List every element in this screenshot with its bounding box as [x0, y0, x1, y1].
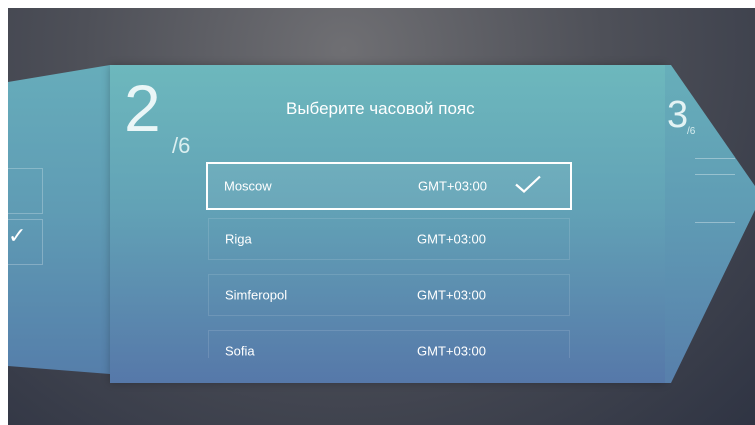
checkmark-icon [514, 175, 542, 198]
page-title: Выберите часовой пояс [286, 99, 475, 118]
setup-screen: ✓ 2 /6 Выберите часовой пояс Moscow GMT+… [8, 8, 755, 425]
next-step-number: 3 [667, 94, 689, 136]
timezone-offset: GMT+03:00 [417, 343, 487, 359]
divider [695, 222, 735, 223]
divider [695, 158, 735, 159]
timezone-city: Simferopol [225, 287, 288, 303]
step-total: /6 [172, 133, 191, 158]
divider [695, 174, 735, 175]
timezone-item-riga[interactable]: Riga GMT+03:00 [208, 218, 570, 260]
checkmark-icon: ✓ [8, 223, 27, 248]
timezone-offset: GMT+03:00 [417, 231, 487, 247]
timezone-item-sofia[interactable]: Sofia GMT+03:00 [208, 330, 570, 358]
timezone-item-simferopol[interactable]: Simferopol GMT+03:00 [208, 274, 570, 316]
timezone-item-moscow[interactable]: Moscow GMT+03:00 [206, 162, 572, 210]
previous-list-item [8, 168, 43, 214]
timezone-city: Riga [225, 231, 252, 247]
timezone-offset: GMT+03:00 [418, 178, 488, 194]
timezone-step-panel: 2 /6 Выберите часовой пояс Moscow GMT+03… [110, 65, 665, 383]
timezone-list[interactable]: Moscow GMT+03:00 Riga GMT+03:00 Simferop… [206, 162, 576, 358]
timezone-offset: GMT+03:00 [417, 287, 487, 303]
timezone-city: Moscow [224, 178, 272, 194]
timezone-city: Sofia [225, 343, 255, 359]
previous-step-panel[interactable]: ✓ [8, 65, 110, 374]
step-number: 2 [124, 71, 161, 145]
next-step-total: /6 [687, 126, 696, 137]
next-step-panel[interactable]: 3 /6 [665, 65, 755, 383]
